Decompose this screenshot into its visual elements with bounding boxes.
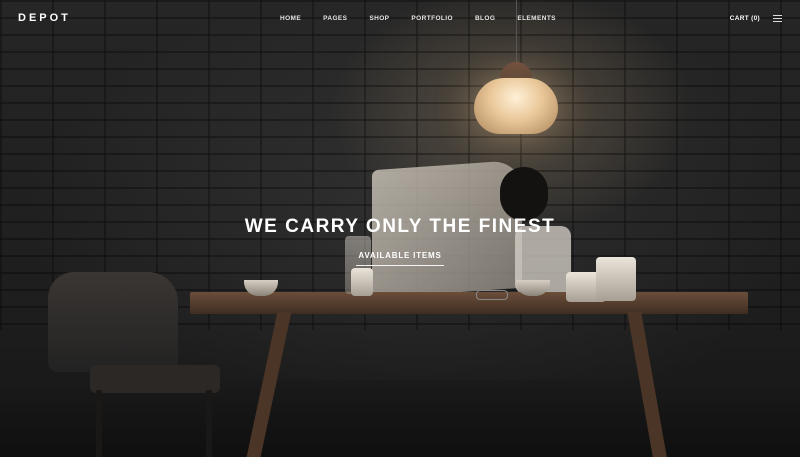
chair-leg [96,390,102,457]
cart-link[interactable]: CART (0) [730,15,760,22]
cup [351,268,373,296]
table-top [190,292,748,314]
nav-home[interactable]: HOME [280,15,301,22]
top-navigation-bar: DEPOT HOME PAGES SHOP PORTFOLIO BLOG ELE… [0,0,800,38]
nav-portfolio[interactable]: PORTFOLIO [411,15,453,22]
pendant-lamp [474,78,558,134]
nav-blog[interactable]: BLOG [475,15,495,22]
chair-back [48,272,178,372]
eyeglasses [476,290,508,300]
nav-pages[interactable]: PAGES [323,15,347,22]
chair-leg [206,390,212,457]
chair-seat [90,365,220,393]
jar [596,257,636,301]
main-nav: HOME PAGES SHOP PORTFOLIO BLOG ELEMENTS [280,15,578,22]
person-head [500,167,548,221]
hero-section: DEPOT HOME PAGES SHOP PORTFOLIO BLOG ELE… [0,0,800,457]
hero-title: WE CARRY ONLY THE FINEST [244,216,556,237]
site-logo[interactable]: DEPOT [18,12,71,24]
nav-elements[interactable]: ELEMENTS [517,15,556,22]
available-items-link[interactable]: AVAILABLE ITEMS [0,251,800,260]
hamburger-menu-icon[interactable] [773,15,782,22]
link-underline [356,265,444,266]
nav-shop[interactable]: SHOP [369,15,389,22]
